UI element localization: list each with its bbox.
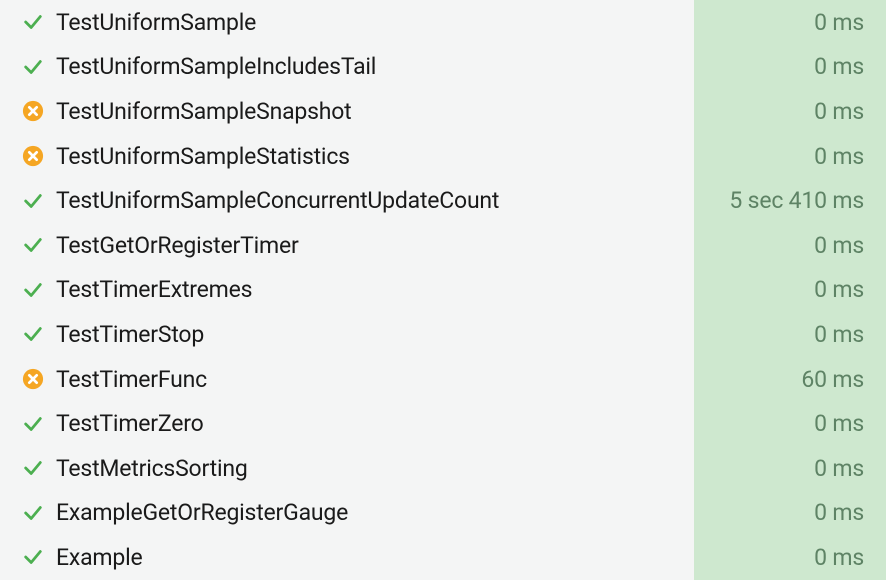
test-row[interactable]: TestTimerExtremes 0 ms	[0, 268, 886, 313]
test-name-label: TestMetricsSorting	[50, 455, 694, 482]
duration-label: 0 ms	[814, 143, 864, 170]
checkmark-icon	[22, 413, 44, 435]
status-icon-wrap	[22, 100, 50, 122]
checkmark-icon	[22, 323, 44, 345]
duration-label: 0 ms	[814, 53, 864, 80]
test-name-label: ExampleGetOrRegisterGauge	[50, 499, 694, 526]
test-name-label: TestUniformSample	[50, 9, 694, 36]
status-icon-wrap	[22, 279, 50, 301]
duration-cell: 0 ms	[694, 535, 886, 580]
status-icon-wrap	[22, 234, 50, 256]
test-row[interactable]: ExampleGetOrRegisterGauge 0 ms	[0, 491, 886, 536]
test-row[interactable]: TestTimerStop 0 ms	[0, 312, 886, 357]
duration-label: 0 ms	[814, 276, 864, 303]
checkmark-icon	[22, 56, 44, 78]
test-row[interactable]: TestTimerZero 0 ms	[0, 401, 886, 446]
test-name-label: TestTimerZero	[50, 410, 694, 437]
duration-label: 0 ms	[814, 98, 864, 125]
duration-cell: 0 ms	[694, 89, 886, 134]
test-row[interactable]: TestTimerFunc 60 ms	[0, 357, 886, 402]
duration-cell: 0 ms	[694, 401, 886, 446]
status-icon-wrap	[22, 145, 50, 167]
fail-icon	[22, 100, 44, 122]
duration-cell: 5 sec 410 ms	[694, 178, 886, 223]
duration-label: 0 ms	[814, 499, 864, 526]
test-name-label: TestTimerStop	[50, 321, 694, 348]
duration-label: 0 ms	[814, 9, 864, 36]
test-name-label: TestUniformSampleSnapshot	[50, 98, 694, 125]
duration-label: 0 ms	[814, 321, 864, 348]
fail-icon	[22, 145, 44, 167]
duration-label: 0 ms	[814, 232, 864, 259]
test-name-label: Example	[50, 544, 694, 571]
duration-label: 5 sec 410 ms	[729, 187, 864, 214]
test-name-label: TestUniformSampleStatistics	[50, 143, 694, 170]
test-row[interactable]: TestUniformSample 0 ms	[0, 0, 886, 45]
test-row[interactable]: TestUniformSampleConcurrentUpdateCount 5 …	[0, 178, 886, 223]
duration-label: 0 ms	[814, 544, 864, 571]
duration-cell: 0 ms	[694, 312, 886, 357]
test-row[interactable]: TestUniformSampleIncludesTail 0 ms	[0, 45, 886, 90]
status-icon-wrap	[22, 11, 50, 33]
test-row[interactable]: Example 0 ms	[0, 535, 886, 580]
test-name-label: TestGetOrRegisterTimer	[50, 232, 694, 259]
test-row[interactable]: TestMetricsSorting 0 ms	[0, 446, 886, 491]
test-name-label: TestUniformSampleConcurrentUpdateCount	[50, 187, 694, 214]
duration-cell: 0 ms	[694, 223, 886, 268]
status-icon-wrap	[22, 368, 50, 390]
checkmark-icon	[22, 190, 44, 212]
duration-cell: 0 ms	[694, 0, 886, 45]
status-icon-wrap	[22, 190, 50, 212]
fail-icon	[22, 368, 44, 390]
duration-label: 0 ms	[814, 455, 864, 482]
duration-label: 60 ms	[801, 366, 864, 393]
status-icon-wrap	[22, 502, 50, 524]
duration-cell: 0 ms	[694, 268, 886, 313]
status-icon-wrap	[22, 56, 50, 78]
checkmark-icon	[22, 279, 44, 301]
duration-cell: 0 ms	[694, 134, 886, 179]
test-name-label: TestUniformSampleIncludesTail	[50, 53, 694, 80]
checkmark-icon	[22, 502, 44, 524]
status-icon-wrap	[22, 546, 50, 568]
status-icon-wrap	[22, 413, 50, 435]
duration-cell: 0 ms	[694, 45, 886, 90]
test-name-label: TestTimerFunc	[50, 366, 694, 393]
checkmark-icon	[22, 546, 44, 568]
status-icon-wrap	[22, 323, 50, 345]
test-row[interactable]: TestUniformSampleStatistics 0 ms	[0, 134, 886, 179]
test-results-list: TestUniformSample0 msTestUniformSampleIn…	[0, 0, 886, 580]
test-row[interactable]: TestGetOrRegisterTimer 0 ms	[0, 223, 886, 268]
test-row[interactable]: TestUniformSampleSnapshot 0 ms	[0, 89, 886, 134]
duration-cell: 0 ms	[694, 491, 886, 536]
test-name-label: TestTimerExtremes	[50, 276, 694, 303]
status-icon-wrap	[22, 457, 50, 479]
checkmark-icon	[22, 11, 44, 33]
duration-cell: 0 ms	[694, 446, 886, 491]
duration-label: 0 ms	[814, 410, 864, 437]
duration-cell: 60 ms	[694, 357, 886, 402]
checkmark-icon	[22, 234, 44, 256]
checkmark-icon	[22, 457, 44, 479]
